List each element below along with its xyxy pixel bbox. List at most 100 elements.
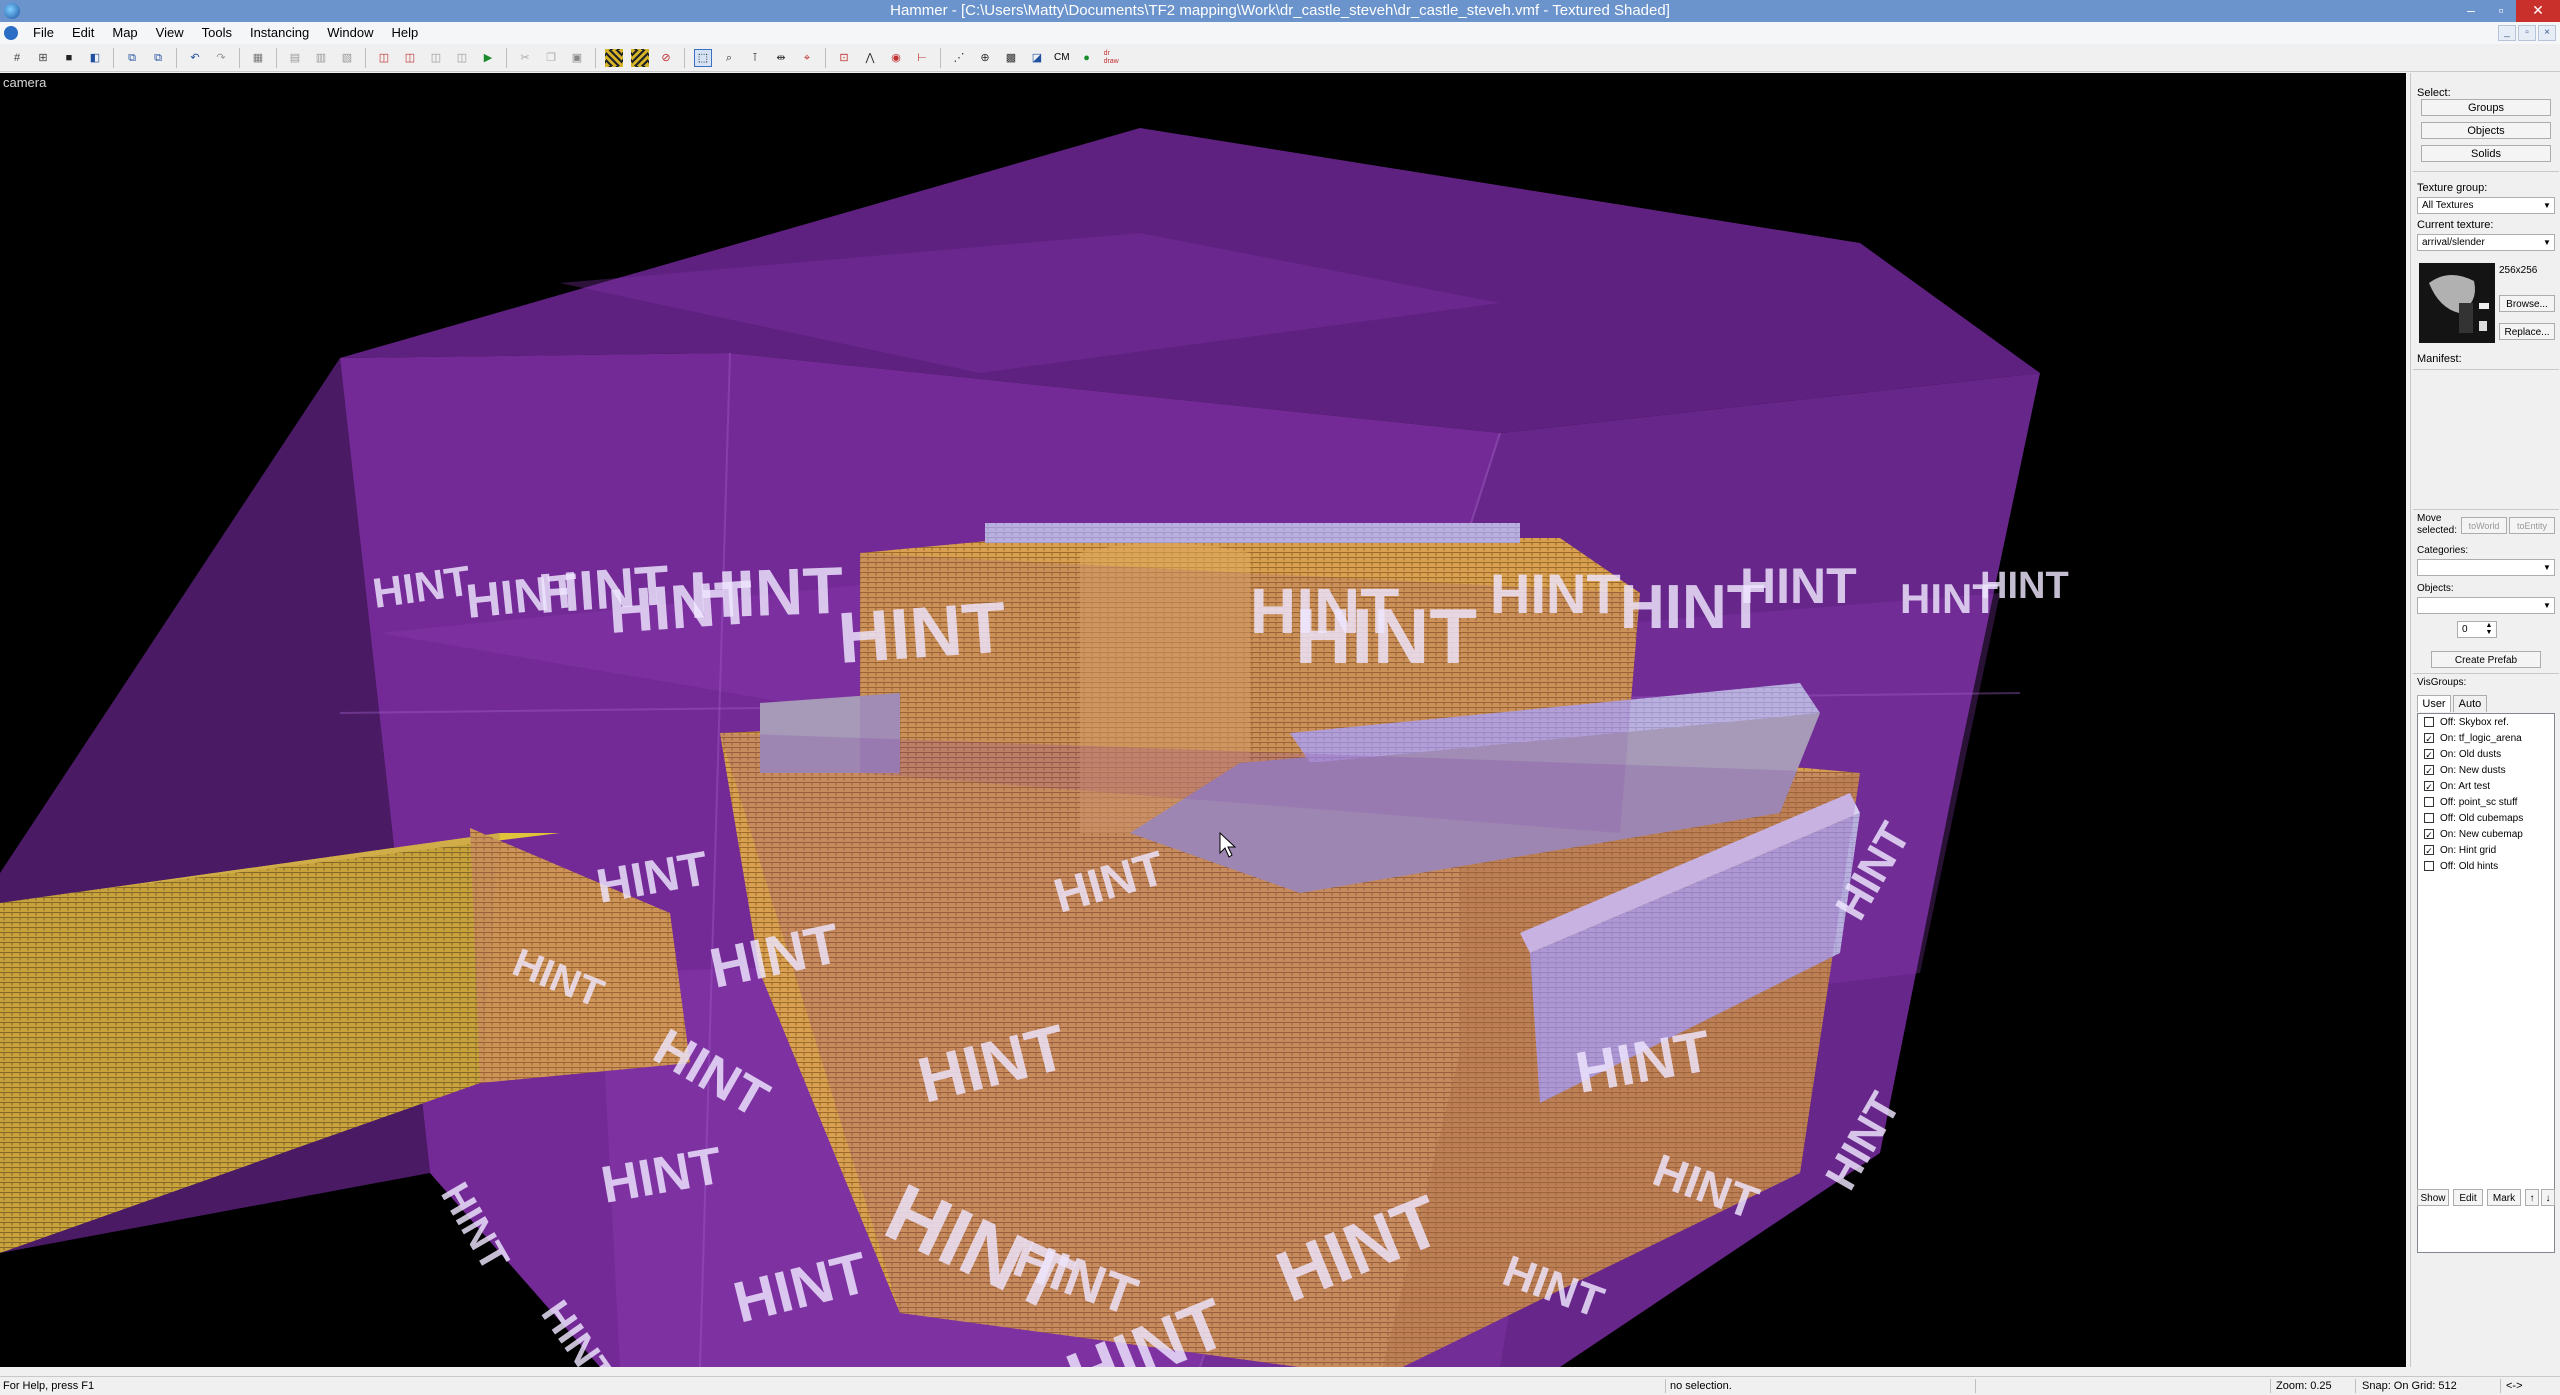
move-down-button[interactable]: ↓ [2541,1189,2555,1206]
mark-button[interactable]: Mark [2487,1189,2521,1206]
visgroup-checkbox[interactable] [2424,797,2434,807]
texture-preview[interactable] [2419,263,2495,343]
to-world-button[interactable]: toWorld [2461,517,2507,534]
entity-report-icon[interactable]: ◫ [375,49,393,67]
create-prefab-button[interactable]: Create Prefab [2431,651,2541,668]
copy-icon[interactable]: ❐ [542,49,560,67]
visgroup-checkbox[interactable]: ✓ [2424,733,2434,744]
grid-3d-icon[interactable]: ⊞ [34,49,52,67]
menu-help[interactable]: Help [382,22,427,44]
visgroup-item[interactable]: ✓ On: tf_logic_arena [2418,730,2554,746]
lightmap-icon[interactable]: ⊘ [657,49,675,67]
paste-icon[interactable]: ▣ [568,49,586,67]
select-groups-button[interactable]: Groups [2421,99,2551,116]
clip-icon[interactable]: ⊢ [913,49,931,67]
options-icon[interactable]: ◫ [453,49,471,67]
grid-icon[interactable]: # [8,49,26,67]
mdi-restore-button[interactable]: ▫ [2518,25,2536,41]
minimize-button[interactable]: – [2456,0,2486,22]
block-tool-icon[interactable]: ⌖ [798,49,816,67]
close-button[interactable]: ✕ [2516,0,2560,22]
visgroup-checkbox[interactable] [2424,861,2434,871]
objects-select[interactable]: ▼ [2417,597,2555,614]
entity-tool-icon[interactable]: ⇹ [772,49,790,67]
visgroup-checkbox[interactable]: ✓ [2424,845,2434,856]
visgroup-checkbox[interactable]: ✓ [2424,829,2434,840]
visgroup-icon[interactable]: ◪ [1028,49,1046,67]
menu-instancing[interactable]: Instancing [241,22,318,44]
faces-stepper[interactable]: 0 ▲ ▼ [2457,621,2497,638]
decal-icon[interactable]: ◉ [887,49,905,67]
redo-icon[interactable]: ↷ [212,49,230,67]
menu-tools[interactable]: Tools [193,22,241,44]
visgroup-item[interactable]: Off: Skybox ref. [2418,714,2554,730]
group-icon[interactable]: ⧉ [149,49,167,67]
replace-button[interactable]: Replace... [2499,323,2555,340]
tab-auto[interactable]: Auto [2453,695,2487,712]
visgroup-checkbox[interactable] [2424,717,2434,727]
visgroup-checkbox[interactable] [2424,813,2434,823]
run-map-icon[interactable]: ▶ [479,49,497,67]
tab-user[interactable]: User [2417,695,2451,712]
check-problems-icon[interactable]: ◫ [401,49,419,67]
cubemap-label[interactable]: CM [1054,50,1070,66]
current-texture-select[interactable]: arrival/slender ▼ [2417,234,2555,251]
mdi-close-button[interactable]: × [2538,25,2556,41]
show-all-icon[interactable]: ▧ [338,49,356,67]
visgroup-item[interactable]: ✓ On: Old dusts [2418,746,2554,762]
undo-icon[interactable]: ↶ [186,49,204,67]
texture-lock-icon[interactable]: ◧ [86,49,104,67]
camera-viewport[interactable]: HINT HINT HINT HINT HINT HINT HINT HINT … [0,73,2406,1367]
visgroup-checkbox[interactable]: ✓ [2424,781,2434,792]
browse-button[interactable]: Browse... [2499,295,2555,312]
draw-tool-label[interactable]: dr draw [1104,50,1119,66]
chevron-down-icon: ▼ [2543,563,2551,572]
cut-icon[interactable]: ✂ [516,49,534,67]
edit-button[interactable]: Edit [2453,1189,2483,1206]
visgroup-item[interactable]: ✓ On: Hint grid [2418,842,2554,858]
show-button[interactable]: Show [2417,1189,2449,1206]
visgroup-item[interactable]: ✓ On: New dusts [2418,762,2554,778]
textured-icon[interactable] [631,48,649,67]
path-icon[interactable]: ⊕ [976,49,994,67]
apply-texture-icon[interactable]: ⋀ [861,49,879,67]
magnify-icon[interactable]: ⌕ [720,49,738,67]
move-up-button[interactable]: ↑ [2525,1189,2539,1206]
mdi-minimize-button[interactable]: _ [2498,25,2516,41]
map-props-icon[interactable]: ◫ [427,49,445,67]
hide-selected-icon[interactable]: ▤ [286,49,304,67]
menu-edit[interactable]: Edit [63,22,103,44]
visgroup-checkbox[interactable]: ✓ [2424,765,2434,776]
menu-file[interactable]: File [24,22,63,44]
visgroup-list: Off: Skybox ref. ✓ On: tf_logic_arena ✓ On: … [2417,713,2555,1253]
visgroup-checkbox[interactable]: ✓ [2424,749,2434,760]
visgroup-item[interactable]: Off: Old hints [2418,858,2554,874]
select-solids-button[interactable]: Solids [2421,145,2551,162]
overlay-icon[interactable]: ▩ [1002,49,1020,67]
solid-block-icon[interactable]: ■ [60,49,78,67]
select-objects-button[interactable]: Objects [2421,122,2551,139]
carve-icon[interactable]: ⧉ [123,49,141,67]
to-entity-button[interactable]: toEntity [2509,517,2555,534]
visgroup-item[interactable]: ✓ On: New cubemap [2418,826,2554,842]
visgroup-item[interactable]: Off: point_sc stuff [2418,794,2554,810]
stepper-arrows-icon[interactable]: ▲ ▼ [2482,622,2496,637]
restore-button[interactable]: ▫ [2486,0,2516,22]
wireframe-icon[interactable] [605,48,623,67]
visgroup-label: On: New dusts [2440,764,2506,776]
visgroup-item[interactable]: Off: Old cubemaps [2418,810,2554,826]
texture-group-select[interactable]: All Textures ▼ [2417,197,2555,214]
selection-tool-icon[interactable]: ⬚ [694,48,712,67]
hide-unselected-icon[interactable]: ▥ [312,49,330,67]
globe-icon[interactable]: ● [1078,49,1096,67]
hide-icon[interactable]: ▦ [249,49,267,67]
menu-view[interactable]: View [147,22,193,44]
document-icon[interactable] [4,26,18,40]
categories-select[interactable]: ▼ [2417,559,2555,576]
vertex-tool-icon[interactable]: ⋰ [950,49,968,67]
texture-app-icon[interactable]: ⊡ [835,49,853,67]
camera-icon[interactable]: ⊺ [746,49,764,67]
menu-map[interactable]: Map [103,22,146,44]
visgroup-item[interactable]: ✓ On: Art test [2418,778,2554,794]
menu-window[interactable]: Window [318,22,382,44]
